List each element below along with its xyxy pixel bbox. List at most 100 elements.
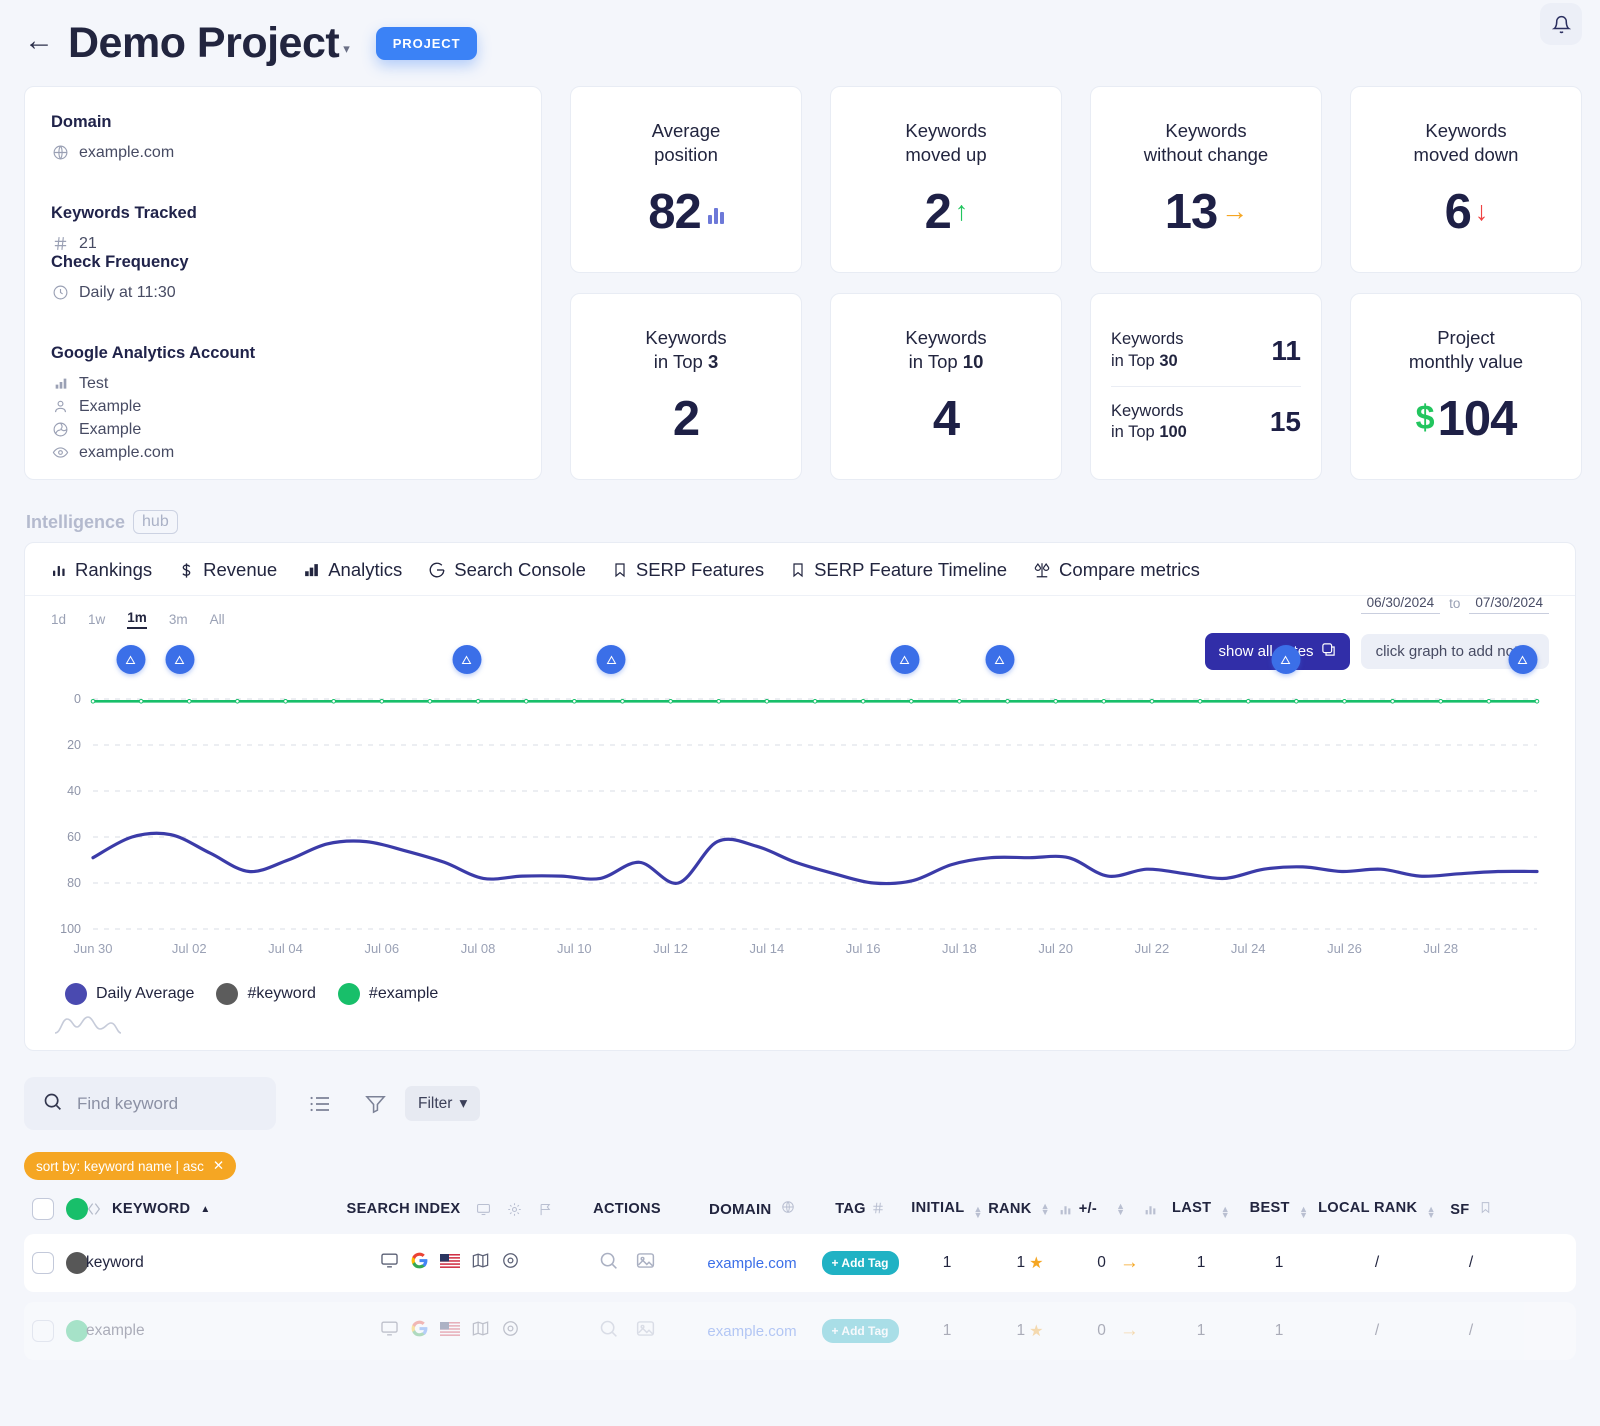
sort-toggle-icon[interactable]: ▲▼	[1299, 1206, 1308, 1218]
keywords-tracked-value: 21	[79, 235, 97, 253]
hash-icon	[51, 234, 70, 253]
header-best-label: BEST	[1250, 1200, 1290, 1216]
cell-domain[interactable]: example.com	[692, 1323, 812, 1340]
project-badge[interactable]: PROJECT	[376, 27, 478, 60]
chart-note-marker[interactable]	[165, 645, 194, 674]
header-keyword[interactable]: KEYWORD ▲	[86, 1201, 338, 1217]
stat-label-line2: in Top	[654, 351, 708, 372]
tab-label: Rankings	[75, 559, 152, 581]
cell-search-index	[338, 1319, 562, 1343]
row-select	[24, 1252, 86, 1274]
sort-toggle-icon[interactable]: ▲▼	[1427, 1206, 1436, 1218]
range-1m[interactable]: 1m	[127, 610, 147, 629]
table-row[interactable]: example ex	[24, 1302, 1576, 1360]
header-local-rank[interactable]: LOCAL RANK ▲▼	[1318, 1200, 1436, 1218]
add-tag-button[interactable]: + Add Tag	[822, 1251, 899, 1275]
table-row[interactable]: keyword ex	[24, 1234, 1576, 1292]
title-dropdown-caret-icon[interactable]: ▾	[343, 41, 350, 57]
hash-icon	[871, 1201, 885, 1217]
svg-text:100: 100	[60, 922, 81, 936]
list-view-icon[interactable]	[308, 1092, 332, 1116]
inspect-serp-icon[interactable]	[598, 1250, 619, 1276]
chart-note-marker[interactable]	[985, 645, 1014, 674]
svg-text:Jul 22: Jul 22	[1135, 941, 1170, 956]
gear-icon[interactable]	[507, 1202, 522, 1217]
select-all-checkbox[interactable]	[32, 1198, 54, 1220]
flag-icon[interactable]	[538, 1202, 553, 1217]
rankings-chart[interactable]: 020406080100Jun 30Jul 02Jul 04Jul 06Jul …	[25, 639, 1575, 969]
range-1d[interactable]: 1d	[51, 612, 66, 627]
row-checkbox[interactable]	[32, 1320, 54, 1342]
sort-toggle-icon[interactable]: ▲▼	[1221, 1206, 1230, 1218]
tab-compare-metrics[interactable]: Compare metrics	[1033, 559, 1200, 581]
us-flag-icon[interactable]	[440, 1322, 460, 1341]
screenshot-icon[interactable]	[635, 1318, 656, 1344]
notifications-button[interactable]	[1540, 3, 1582, 45]
chart-note-marker[interactable]	[597, 645, 626, 674]
map-icon[interactable]	[471, 1319, 490, 1343]
stat-card-keywords-top-30-100: Keywords in Top 30 11 Keywords in Top 10…	[1090, 293, 1322, 480]
header-delta[interactable]: +/- ▲▼	[1074, 1201, 1162, 1217]
back-button[interactable]: ←	[24, 26, 54, 56]
header-best[interactable]: BEST ▲▼	[1240, 1200, 1318, 1218]
table-body: keyword ex	[0, 1234, 1600, 1360]
chart-note-marker[interactable]	[116, 645, 145, 674]
inspect-serp-icon[interactable]	[598, 1318, 619, 1344]
funnel-icon[interactable]	[364, 1092, 387, 1115]
svg-text:20: 20	[67, 738, 81, 752]
tab-serp-features[interactable]: SERP Features	[612, 559, 764, 581]
date-to-input[interactable]: 07/30/2024	[1469, 595, 1549, 614]
bar-chart-icon[interactable]	[1059, 1203, 1072, 1216]
chart-note-marker[interactable]	[1508, 645, 1537, 674]
range-3m[interactable]: 3m	[169, 612, 188, 627]
tab-analytics[interactable]: Analytics	[303, 559, 402, 581]
search-box[interactable]	[24, 1077, 276, 1130]
svg-text:Jul 14: Jul 14	[750, 941, 785, 956]
legend-item-daily-average[interactable]: Daily Average	[65, 983, 194, 1005]
header-initial[interactable]: INITIAL ▲▼	[908, 1200, 986, 1218]
cell-domain[interactable]: example.com	[692, 1255, 812, 1272]
filter-dropdown-button[interactable]: Filter ▾	[405, 1086, 480, 1121]
sort-toggle-icon[interactable]: ▲▼	[1041, 1203, 1050, 1215]
screenshot-icon[interactable]	[635, 1250, 656, 1276]
chart-note-marker[interactable]	[452, 645, 481, 674]
desktop-icon[interactable]	[380, 1319, 399, 1343]
stat-value: 2 ↑	[925, 184, 968, 240]
row-checkbox[interactable]	[32, 1252, 54, 1274]
chart-note-marker[interactable]	[890, 645, 919, 674]
cell-initial: 1	[908, 1322, 986, 1340]
date-from-input[interactable]: 06/30/2024	[1361, 595, 1441, 614]
tab-search-console[interactable]: Search Console	[428, 559, 586, 581]
range-1w[interactable]: 1w	[88, 612, 105, 627]
location-pin-icon[interactable]	[501, 1319, 520, 1343]
desktop-icon[interactable]	[476, 1202, 491, 1217]
google-icon[interactable]	[410, 1251, 429, 1275]
chart-minimap[interactable]	[25, 1013, 1575, 1050]
header-rank[interactable]: RANK ▲▼	[986, 1201, 1074, 1217]
close-icon[interactable]: ✕	[213, 1158, 224, 1174]
map-icon[interactable]	[471, 1251, 490, 1275]
tab-rankings[interactable]: Rankings	[51, 559, 152, 581]
desktop-icon[interactable]	[380, 1251, 399, 1275]
tab-serp-feature-timeline[interactable]: SERP Feature Timeline	[790, 559, 1007, 581]
legend-item-keyword[interactable]: #keyword	[216, 983, 315, 1005]
sort-toggle-icon[interactable]: ▲▼	[1116, 1203, 1125, 1215]
range-all[interactable]: All	[210, 612, 225, 627]
stat-value: 2	[673, 391, 699, 447]
date-to-label: to	[1449, 596, 1460, 614]
chart-note-marker[interactable]	[1271, 645, 1300, 674]
legend-item-example[interactable]: #example	[338, 983, 438, 1005]
bar-chart-icon[interactable]	[1144, 1203, 1157, 1216]
sort-toggle-icon[interactable]: ▲▼	[974, 1206, 983, 1218]
location-pin-icon[interactable]	[501, 1251, 520, 1275]
us-flag-icon[interactable]	[440, 1254, 460, 1273]
stat-label: Keywords without change	[1144, 119, 1268, 166]
bookmark-icon	[1479, 1201, 1492, 1214]
add-tag-button[interactable]: + Add Tag	[822, 1319, 899, 1343]
active-sort-chip[interactable]: sort by: keyword name | asc ✕	[24, 1152, 236, 1180]
search-input[interactable]	[75, 1093, 258, 1115]
google-icon[interactable]	[410, 1319, 429, 1343]
header-last[interactable]: LAST ▲▼	[1162, 1200, 1240, 1218]
stat-label: Keywords in Top 10	[905, 326, 986, 373]
tab-revenue[interactable]: Revenue	[178, 559, 277, 581]
